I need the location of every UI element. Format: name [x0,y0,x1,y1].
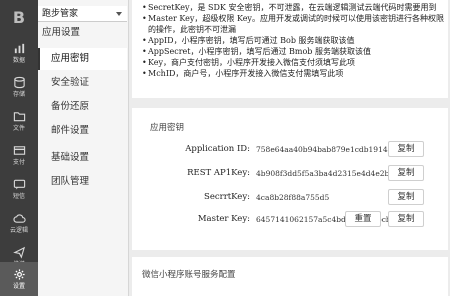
note-pay-key: Key，商户支付密钥，小程序开发接入微信支付须填写此项 [142,57,444,68]
key-value: 4b908f3dd5f5a3ba4d2315e4d4e2bc99 [256,169,404,178]
main-content: SecretKey，是 SDK 安全密钥，不可泄露，在云端逻辑测试云端代码时需要… [130,0,450,296]
rail-label-settings: 设置 [12,283,25,290]
rail-item-files[interactable]: 文件 [0,104,38,138]
reset-button[interactable]: 重置 [345,211,381,227]
key-label: SecrrtKey: [204,192,250,202]
note-secret-key: SecretKey，是 SDK 安全密钥，不可泄露，在云端逻辑测试云端代码时需要… [142,2,444,13]
section-title: 应用密钥 [150,123,185,133]
message-icon [13,179,25,190]
settings-menu: 跑步管家 应用设置 应用密钥 安全验证 备份还原 邮件设置 基础设置 团队管理 [38,0,129,296]
rail-item-storage[interactable]: 存储 [0,70,38,104]
rail-item-cloud[interactable]: 云逻辑 [0,206,38,240]
rail-item-data[interactable]: 数据 [0,36,38,70]
rail-label-sms: 短信 [12,193,25,200]
key-notes-panel: SecretKey，是 SDK 安全密钥，不可泄露，在云端逻辑测试云端代码时需要… [132,0,448,98]
copy-button[interactable]: 复制 [388,189,424,205]
push-icon [12,246,25,259]
key-value: 4ca8b28f88a755d5 [256,193,330,202]
database-icon [13,76,25,89]
key-row-secret-key: SecrrtKey: 4ca8b28f88a755d5 复制 [132,188,448,208]
key-label: REST AP1Key: [187,168,250,178]
chevron-down-icon [116,12,122,16]
copy-button[interactable]: 复制 [388,165,424,181]
rail-label-data: 数据 [12,57,25,64]
app-selector[interactable]: 跑步管家 [38,6,127,22]
key-label: Master Key: [197,214,250,224]
menu-item-backup[interactable]: 备份还原 [38,96,127,118]
bmob-logo: B [12,7,26,27]
app-selector-value: 跑步管家 [42,9,79,19]
key-row-application-id: Application ID: 758e64aa40b94bab879e1cdb… [132,140,448,160]
rail-label-storage: 存储 [12,91,25,98]
rail-label-files: 文件 [12,125,25,132]
menu-item-basic[interactable]: 基础设置 [38,147,127,169]
rail-label-payment: 支付 [12,159,25,166]
gear-icon [13,269,25,280]
key-value: 758e64aa40b94bab879e1cdb19140f82 [256,145,405,154]
copy-button[interactable]: 复制 [388,211,424,227]
cloud-icon [12,214,26,223]
menu-item-app-keys[interactable]: 应用密钥 [38,48,127,70]
menu-item-email[interactable]: 邮件设置 [38,120,127,142]
menu-item-security[interactable]: 安全验证 [38,72,127,94]
note-app-id: AppID，小程序密钥，填写后可通过 Bob 服务端获取该值 [142,35,444,46]
app-keys-panel: 应用密钥 Application ID: 758e64aa40b94bab879… [132,108,448,250]
folder-icon [13,112,25,122]
rail-item-settings[interactable]: 设置 [0,262,38,296]
rail-label-cloud: 云逻辑 [9,227,28,234]
rail-item-payment[interactable]: 支付 [0,138,38,172]
card-icon [13,146,25,155]
rail-item-sms[interactable]: 短信 [0,172,38,206]
menu-item-team[interactable]: 团队管理 [38,171,127,193]
key-row-rest-api-key: REST AP1Key: 4b908f3dd5f5a3ba4d2315e4d4e… [132,164,448,184]
copy-button[interactable]: 复制 [388,141,424,157]
key-row-master-key: Master Key: 6457141062157a5c4bd67e100fbc… [132,210,448,230]
section-title: 微信小程序账号服务配置 [142,270,236,280]
note-app-secret: AppSecret，小程序密钥，填写后通过 Bmob 服务端获取该值 [142,46,444,57]
chart-icon [14,43,24,54]
note-mch-id: MchID，商户号，小程序开发接入微信支付需填写此项 [142,68,444,79]
menu-item-app-settings[interactable]: 应用设置 [38,22,127,44]
key-label: Application ID: [185,144,250,154]
note-master-key: Master Key，超级权限 Key。应用开发或调试的时候可以使用该密钥进行各… [142,13,444,35]
miniprogram-config-panel: 微信小程序账号服务配置 [132,257,448,296]
icon-rail: B 数据 存储 文件 支付 短信 云逻辑 推送 设置 [0,0,38,296]
